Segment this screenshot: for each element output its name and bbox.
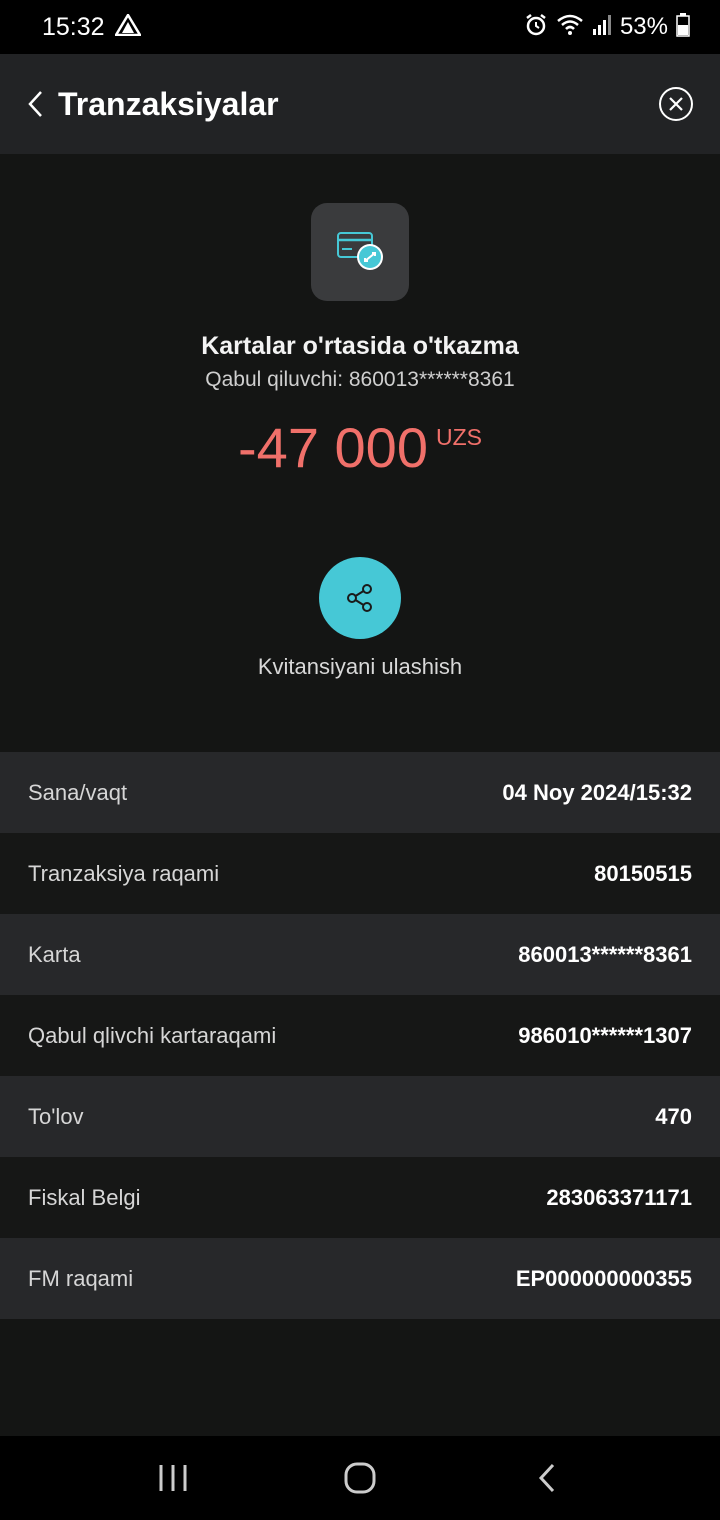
signal-icon [592, 14, 612, 41]
wifi-icon [556, 13, 584, 42]
share-receipt-label[interactable]: Kvitansiyani ulashish [0, 654, 720, 680]
system-nav-bar [0, 1436, 720, 1520]
recipient-label: Qabul qiluvchi: 860013******8361 [205, 368, 515, 391]
transaction-summary: Kartalar o'rtasida o'tkazma Qabul qiluvc… [0, 154, 720, 752]
close-circle-icon [659, 87, 693, 121]
detail-label: To'lov [28, 1103, 84, 1129]
back-button[interactable] [26, 84, 56, 124]
detail-value: 283063371171 [546, 1184, 692, 1210]
amount-value: -47 000 [238, 416, 428, 479]
detail-label: FM raqami [28, 1265, 134, 1291]
detail-row-card: Karta 860013******8361 [0, 914, 720, 995]
recent-apps-icon [159, 1465, 187, 1491]
detail-label: Karta [28, 941, 81, 967]
alarm-icon [524, 13, 548, 42]
amount-currency: UZS [435, 424, 482, 450]
transaction-type-badge [311, 203, 409, 301]
amount: -47 000 UZS [0, 416, 720, 480]
detail-row-recipient-card: Qabul qlivchi kartaraqami 986010******13… [0, 995, 720, 1076]
battery-icon [676, 12, 690, 42]
status-time: 15:32 [42, 12, 105, 41]
share-receipt-button[interactable] [319, 557, 401, 639]
transaction-title: Kartalar o'rtasida o'tkazma [201, 332, 519, 360]
page-title: Tranzaksiyalar [58, 85, 279, 122]
app-header: Tranzaksiyalar [0, 54, 720, 154]
detail-row-fm-number: FM raqami EP000000000355 [0, 1238, 720, 1319]
detail-row-date: Sana/vaqt 04 Noy 2024/15:32 [0, 752, 720, 833]
chevron-left-icon [28, 91, 42, 117]
card-transfer-icon [337, 232, 383, 270]
battery-percent: 53% [619, 13, 668, 40]
detail-value: 470 [655, 1103, 692, 1129]
detail-value: 04 Noy 2024/15:32 [502, 779, 692, 805]
detail-value: 986010******1307 [518, 1022, 692, 1048]
detail-row-payment: To'lov 470 [0, 1076, 720, 1157]
home-button[interactable] [330, 1448, 390, 1508]
detail-row-transaction-id: Tranzaksiya raqami 80150515 [0, 833, 720, 914]
close-button[interactable] [658, 86, 694, 122]
detail-value: 80150515 [594, 860, 692, 886]
detail-value: 860013******8361 [518, 941, 692, 967]
status-right: 53% [524, 12, 690, 42]
detail-row-fiscal-sign: Fiskal Belgi 283063371171 [0, 1157, 720, 1238]
status-bar: 15:32 53% [0, 0, 720, 54]
detail-label: Qabul qlivchi kartaraqami [28, 1022, 277, 1048]
share-icon [347, 584, 372, 612]
transaction-details: Sana/vaqt 04 Noy 2024/15:32 Tranzaksiya … [0, 752, 720, 1319]
status-left: 15:32 [42, 12, 142, 42]
detail-label: Tranzaksiya raqami [28, 860, 220, 886]
detail-value: EP000000000355 [515, 1265, 692, 1291]
back-arrow-icon [538, 1463, 554, 1493]
home-icon [344, 1462, 376, 1494]
nav-back-button[interactable] [517, 1448, 577, 1508]
detail-label: Sana/vaqt [28, 779, 128, 805]
detail-label: Fiskal Belgi [28, 1184, 141, 1210]
app-notification-icon [113, 12, 142, 41]
recent-apps-button[interactable] [143, 1448, 203, 1508]
